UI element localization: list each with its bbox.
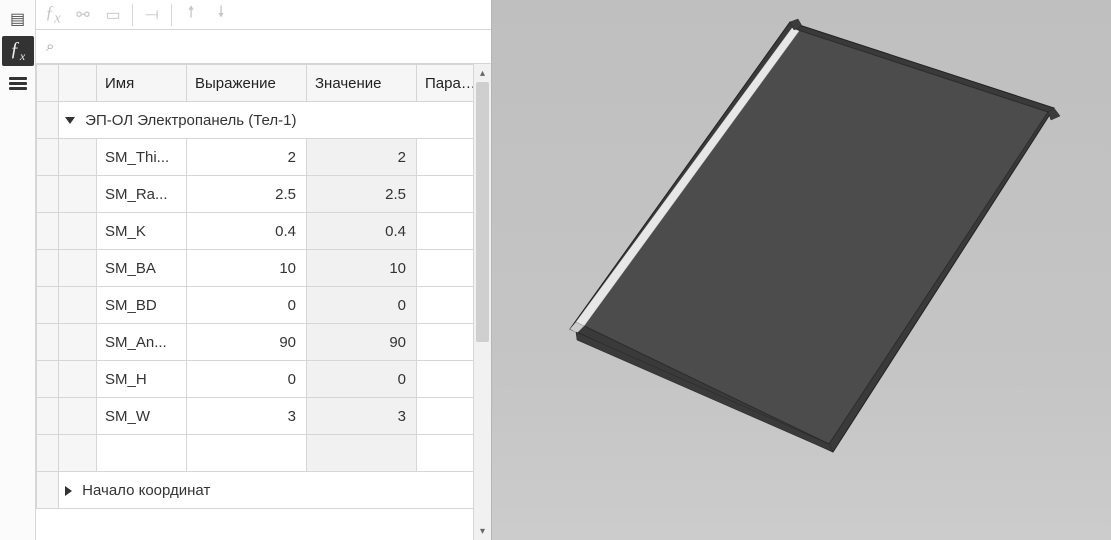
cell-expression[interactable]: 2 xyxy=(187,139,307,176)
cell-name[interactable]: SM_W xyxy=(97,398,187,435)
cell-value: 0 xyxy=(307,361,417,398)
cell-name[interactable]: SM_Thi... xyxy=(97,139,187,176)
scroll-down-button[interactable]: ▾ xyxy=(474,522,491,540)
toolbar-link-button[interactable]: ⚯ xyxy=(70,2,96,28)
cell-value: 2 xyxy=(307,139,417,176)
vertical-scrollbar[interactable]: ▴ ▾ xyxy=(473,64,491,540)
table-row[interactable]: SM_W 3 3 xyxy=(37,398,491,435)
toolbar-separator xyxy=(132,4,133,26)
rail-fx-icon[interactable]: ƒx xyxy=(2,36,34,66)
table-row[interactable]: SM_K 0.4 0.4 xyxy=(37,213,491,250)
search-icon: ⌕ xyxy=(46,38,54,55)
table-row[interactable]: SM_Thi... 2 2 xyxy=(37,139,491,176)
cell-expression[interactable]: 0 xyxy=(187,287,307,324)
triangle-right-icon xyxy=(65,486,72,496)
model-preview xyxy=(492,0,1111,540)
group-row[interactable]: Начало координат xyxy=(37,472,491,509)
scroll-up-button[interactable]: ▴ xyxy=(474,64,491,82)
toolbar-up-button[interactable]: 🠕 xyxy=(178,2,204,28)
cell-value: 10 xyxy=(307,250,417,287)
col-expression[interactable]: Выражение xyxy=(187,65,307,102)
toolbar-fg-button[interactable]: ⟞ xyxy=(139,2,165,28)
col-name[interactable]: Имя xyxy=(97,65,187,102)
parameters-panel: ƒx ⚯ ▭ ⟞ 🠕 🠗 ⌕ xyxy=(36,0,492,540)
group-title: ЭП-ОЛ Электропанель (Тел-1) xyxy=(85,112,296,129)
toolbar-separator xyxy=(171,4,172,26)
viewport-3d[interactable] xyxy=(492,0,1111,540)
table-header-row: Имя Выражение Значение Парамет xyxy=(37,65,491,102)
cell-expression[interactable]: 0.4 xyxy=(187,213,307,250)
cell-value: 90 xyxy=(307,324,417,361)
col-value[interactable]: Значение xyxy=(307,65,417,102)
search-input[interactable] xyxy=(60,37,440,56)
table-row[interactable]: SM_Ra... 2.5 2.5 xyxy=(37,176,491,213)
cell-name[interactable]: SM_BA xyxy=(97,250,187,287)
toolbar-panel-button[interactable]: ▭ xyxy=(100,2,126,28)
cell-value: 0 xyxy=(307,287,417,324)
scroll-thumb[interactable] xyxy=(476,82,489,342)
cell-expression[interactable]: 0 xyxy=(187,361,307,398)
side-rail: ▤ ƒx xyxy=(0,0,36,540)
triangle-down-icon xyxy=(65,117,75,124)
cell-value: 3 xyxy=(307,398,417,435)
col-indent xyxy=(59,65,97,102)
table-row[interactable]: SM_An... 90 90 xyxy=(37,324,491,361)
toolbar-down-button[interactable]: 🠗 xyxy=(208,2,234,28)
table-row[interactable]: SM_H 0 0 xyxy=(37,361,491,398)
cell-value: 2.5 xyxy=(307,176,417,213)
group-header[interactable]: Начало координат xyxy=(59,472,491,509)
toolbar-fx-button[interactable]: ƒx xyxy=(40,2,66,28)
cell-name[interactable]: SM_BD xyxy=(97,287,187,324)
empty-row[interactable] xyxy=(37,435,491,472)
cell-expression[interactable]: 3 xyxy=(187,398,307,435)
cell-name[interactable]: SM_An... xyxy=(97,324,187,361)
cell-name[interactable]: SM_Ra... xyxy=(97,176,187,213)
table-row[interactable]: SM_BD 0 0 xyxy=(37,287,491,324)
cell-value: 0.4 xyxy=(307,213,417,250)
cell-expression[interactable]: 90 xyxy=(187,324,307,361)
cell-expression[interactable]: 2.5 xyxy=(187,176,307,213)
parameters-table: Имя Выражение Значение Парамет ЭП-ОЛ Эле… xyxy=(36,64,491,540)
rail-outline-icon[interactable]: ▤ xyxy=(2,4,34,34)
group-title: Начало координат xyxy=(82,482,210,499)
scroll-track[interactable] xyxy=(474,82,491,522)
col-expander xyxy=(37,65,59,102)
cell-name[interactable]: SM_H xyxy=(97,361,187,398)
panel-toolbar: ƒx ⚯ ▭ ⟞ 🠕 🠗 xyxy=(36,0,491,30)
cell-name[interactable]: SM_K xyxy=(97,213,187,250)
search-row: ⌕ xyxy=(36,30,491,64)
group-row[interactable]: ЭП-ОЛ Электропанель (Тел-1) xyxy=(37,102,491,139)
group-header[interactable]: ЭП-ОЛ Электропанель (Тел-1) xyxy=(59,102,491,139)
app-root: ▤ ƒx ƒx ⚯ ▭ ⟞ 🠕 🠗 ⌕ xyxy=(0,0,1111,540)
cell-expression[interactable]: 10 xyxy=(187,250,307,287)
table-row[interactable]: SM_BA 10 10 xyxy=(37,250,491,287)
rail-menu-icon[interactable] xyxy=(2,68,34,98)
